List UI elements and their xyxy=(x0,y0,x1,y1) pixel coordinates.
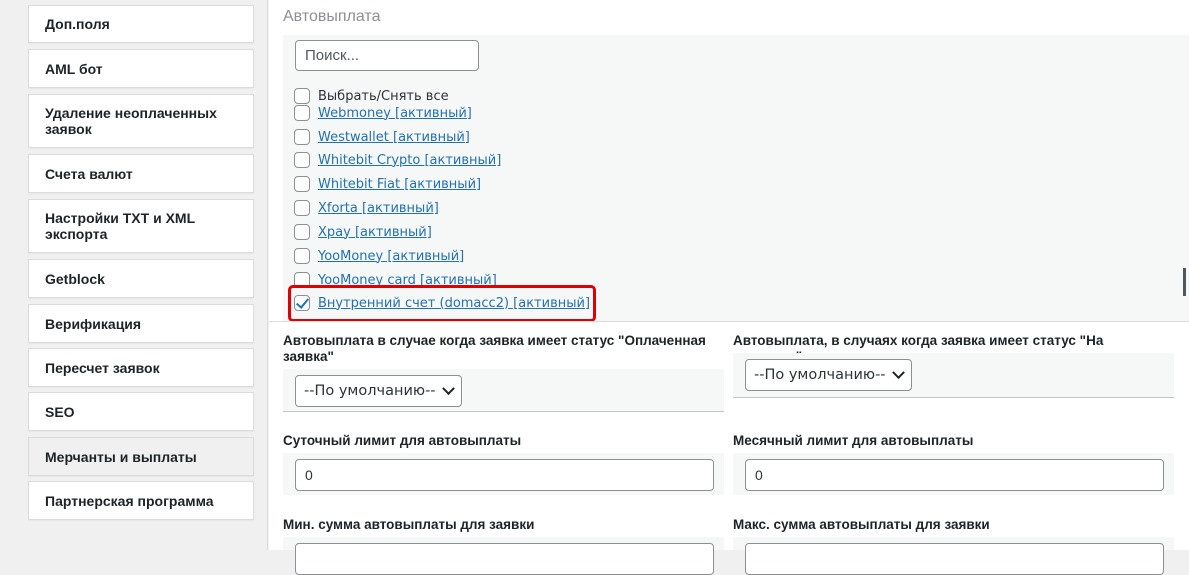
list-item[interactable]: YooMoney card [активный] xyxy=(294,270,497,285)
sidebar-item-partner-program[interactable]: Партнерская программа xyxy=(28,481,254,520)
option-checkbox[interactable] xyxy=(294,176,310,192)
sidebar-item-aml-bot[interactable]: AML бот xyxy=(28,49,254,88)
sidebar-item-label: Счета валют xyxy=(45,165,133,182)
sidebar-item-label: Удаление неоплаченных заявок xyxy=(45,105,217,137)
sidebar-item-merchants-payouts[interactable]: Мерчанты и выплаты xyxy=(28,437,254,476)
paid-status-value: --По умолчанию-- xyxy=(304,383,436,399)
min-sum-input[interactable] xyxy=(295,543,714,575)
list-item[interactable]: YooMoney [активный] xyxy=(294,246,464,266)
sidebar-item-label: Партнерская программа xyxy=(45,492,214,509)
option-link[interactable]: YooMoney card [активный] xyxy=(318,273,497,286)
list-item[interactable]: Westwallet [активный] xyxy=(294,127,470,147)
field-underline xyxy=(733,397,1174,398)
option-link[interactable]: YooMoney [активный] xyxy=(318,249,464,264)
section-divider xyxy=(269,321,1189,322)
sidebar-item-extra-fields[interactable]: Доп.поля xyxy=(28,5,254,43)
sidebar-item-txt-xml-export[interactable]: Настройки TXT и XML экспорта xyxy=(28,199,254,253)
option-link[interactable]: Westwallet [активный] xyxy=(318,130,470,145)
sidebar-item-label: Верификация xyxy=(45,315,142,332)
list-item[interactable]: Whitebit Fiat [активный] xyxy=(294,174,481,194)
option-checkbox[interactable] xyxy=(294,152,310,168)
max-sum-input[interactable] xyxy=(745,543,1164,575)
select-all-label: Выбрать/Снять все xyxy=(318,88,449,104)
sidebar-item-verification[interactable]: Верификация xyxy=(28,304,254,343)
checklist-search-input[interactable] xyxy=(295,40,479,71)
review-status-value: --По умолчанию-- xyxy=(754,367,886,383)
paid-status-label: Автовыплата в случае когда заявка имеет … xyxy=(283,333,706,364)
checklist-scrollbar[interactable] xyxy=(1183,268,1186,296)
option-checkbox[interactable] xyxy=(294,224,310,240)
paid-status-select[interactable]: --По умолчанию-- xyxy=(295,375,462,407)
option-link[interactable]: Xpay [активный] xyxy=(318,225,432,240)
list-item[interactable]: Whitebit Crypto [активный] xyxy=(294,150,501,170)
sidebar-item-label: Мерчанты и выплаты xyxy=(45,448,197,465)
autopayout-section-title: Автовыплата xyxy=(283,8,381,25)
sidebar-item-label: Доп.поля xyxy=(45,16,110,32)
sidebar-item-recalc-orders[interactable]: Пересчет заявок xyxy=(28,348,254,387)
select-all-checkbox[interactable] xyxy=(294,88,310,104)
autopayout-checklist: Выбрать/Снять все Webmoney [активный] We… xyxy=(283,35,1189,322)
sidebar-item-label: AML бот xyxy=(45,60,103,77)
option-link[interactable]: Whitebit Fiat [активный] xyxy=(318,177,481,192)
option-checkbox[interactable] xyxy=(294,200,310,216)
option-checkbox[interactable] xyxy=(294,272,310,285)
chevron-down-icon xyxy=(891,365,905,379)
sidebar-item-label: Настройки TXT и XML экспорта xyxy=(45,210,195,242)
list-item[interactable]: Webmoney [активный] xyxy=(294,103,472,123)
sidebar-item-label: Пересчет заявок xyxy=(45,359,160,376)
sidebar-item-getblock[interactable]: Getblock xyxy=(28,259,254,298)
option-checkbox[interactable] xyxy=(294,129,310,145)
field-underline xyxy=(283,411,724,412)
sidebar-item-seo[interactable]: SEO xyxy=(28,392,254,431)
sidebar-item-label: Getblock xyxy=(45,270,105,287)
monthly-limit-input[interactable] xyxy=(745,459,1164,491)
list-item[interactable]: Xpay [активный] xyxy=(294,222,432,242)
max-sum-label: Макс. сумма автовыплаты для заявки xyxy=(733,517,990,532)
checklist-scroll-area[interactable]: Выбрать/Снять все Webmoney [активный] We… xyxy=(283,35,1189,285)
daily-limit-input[interactable] xyxy=(295,459,714,491)
settings-main-panel: Автовыплата Выбрать/Снять все Webmoney [… xyxy=(269,0,1189,575)
review-status-select[interactable]: --По умолчанию-- xyxy=(745,359,912,391)
monthly-limit-label: Месячный лимит для автовыплаты xyxy=(733,433,974,448)
highlight-box xyxy=(288,285,596,322)
sidebar-item-delete-unpaid[interactable]: Удаление неоплаченных заявок xyxy=(28,94,254,148)
option-link[interactable]: Xforta [активный] xyxy=(318,201,439,216)
option-checkbox[interactable] xyxy=(294,248,310,264)
settings-sidebar: Доп.поля AML бот Удаление неоплаченных з… xyxy=(0,0,268,550)
option-link[interactable]: Whitebit Crypto [активный] xyxy=(318,153,501,168)
option-checkbox[interactable] xyxy=(294,105,310,121)
daily-limit-label: Суточный лимит для автовыплаты xyxy=(283,433,522,448)
min-sum-label: Мин. сумма автовыплаты для заявки xyxy=(283,517,535,532)
sidebar-item-label: SEO xyxy=(45,403,75,420)
list-item[interactable]: Xforta [активный] xyxy=(294,198,439,218)
option-link[interactable]: Webmoney [активный] xyxy=(318,106,472,121)
chevron-down-icon xyxy=(441,381,455,395)
sidebar-item-currency-accounts[interactable]: Счета валют xyxy=(28,154,254,193)
